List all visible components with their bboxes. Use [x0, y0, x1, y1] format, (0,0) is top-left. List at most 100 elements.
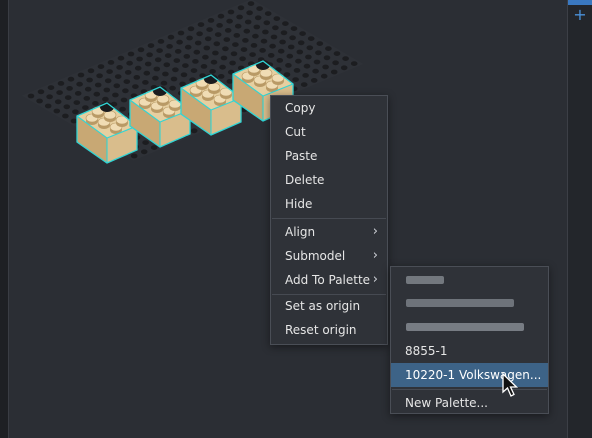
chevron-right-icon: ›	[372, 272, 378, 287]
plate-stud	[267, 53, 275, 58]
plate-stud	[133, 75, 141, 80]
plate-stud	[137, 47, 145, 53]
plate-stud	[154, 57, 162, 63]
plate-stud	[260, 38, 268, 44]
plate-stud	[87, 68, 95, 74]
plate-stud	[310, 78, 318, 83]
plate-stud	[93, 91, 101, 97]
menu-item-copy[interactable]: Copy	[271, 96, 387, 120]
plate-stud	[247, 1, 255, 6]
plate-stud	[333, 51, 341, 56]
plate-stud	[120, 97, 128, 103]
plate-stud	[273, 16, 281, 21]
plate-stud	[224, 28, 232, 33]
menu-item-set-as-origin[interactable]: Set as origin	[271, 294, 387, 318]
plate-stud	[350, 61, 358, 66]
plate-stud	[134, 65, 142, 71]
plate-stud	[192, 59, 199, 64]
plate-stud	[186, 35, 193, 41]
plate-stud	[226, 79, 234, 84]
plate-stud	[340, 65, 348, 71]
chevron-right-icon: ›	[372, 248, 378, 263]
plate-stud	[150, 145, 158, 151]
plate-stud	[279, 39, 286, 45]
plate-stud	[162, 71, 169, 77]
menu-item-align[interactable]: Align ›	[271, 220, 387, 244]
plate-stud	[130, 153, 138, 159]
palette-item-new-palette[interactable]: New Palette...	[391, 391, 548, 415]
right-toolbar: +	[567, 0, 592, 438]
plate-stud	[220, 55, 228, 61]
menu-item-label: Set as origin	[285, 299, 361, 313]
plate-stud	[67, 76, 75, 82]
plate-stud	[307, 36, 315, 41]
plate-stud	[250, 43, 258, 48]
add-icon[interactable]: +	[573, 7, 587, 23]
plate-stud	[227, 9, 235, 15]
plate-stud	[119, 106, 126, 112]
menu-item-label: Add To Palette	[285, 273, 371, 287]
plate-stud	[169, 85, 176, 91]
menu-item-paste[interactable]: Paste	[271, 144, 387, 168]
plate-stud	[172, 67, 179, 73]
plate-stud	[114, 74, 122, 79]
plate-stud	[62, 113, 69, 119]
plate-stud	[70, 118, 78, 124]
plate-stud	[282, 21, 289, 26]
plate-stud	[27, 93, 35, 99]
plate-stud	[144, 61, 152, 67]
plate-stud	[176, 39, 183, 45]
menu-item-add-to-palette[interactable]: Add To Palette ›	[271, 268, 387, 292]
palette-item-redacted[interactable]	[391, 267, 548, 291]
plate-stud	[233, 33, 241, 38]
plate-stud	[117, 55, 125, 61]
palette-item-10220-1[interactable]: 10220-1 Volkswagen...	[391, 363, 548, 387]
plate-stud	[46, 94, 53, 100]
plate-stud	[226, 18, 233, 24]
palette-item-redacted[interactable]	[391, 315, 548, 339]
plate-stud	[124, 70, 132, 75]
plate-stud	[190, 68, 198, 73]
menu-item-delete[interactable]: Delete	[271, 168, 387, 192]
plate-stud	[237, 5, 245, 11]
plate-stud	[232, 42, 239, 47]
plate-stud	[272, 25, 279, 31]
plate-stud	[302, 73, 309, 78]
plate-stud	[229, 60, 236, 66]
plate-stud	[96, 73, 103, 79]
plate-stud	[36, 98, 43, 104]
plate-stud	[102, 96, 109, 102]
plate-stud	[236, 14, 243, 20]
plate-stud	[209, 69, 216, 74]
plate-stud	[146, 52, 153, 58]
plate-stud	[222, 46, 229, 52]
menu-item-submodel[interactable]: Submodel ›	[271, 244, 387, 268]
plate-stud	[152, 75, 159, 81]
menu-item-label: Submodel	[285, 249, 346, 263]
plate-stud	[126, 60, 133, 66]
plate-stud	[285, 63, 292, 68]
plate-stud	[217, 74, 225, 79]
plate-stud	[113, 83, 121, 89]
plate-stud	[156, 48, 163, 53]
plate-stud	[66, 86, 73, 91]
plate-stud	[143, 70, 151, 76]
plate-stud	[315, 50, 322, 56]
plate-stud	[277, 48, 285, 54]
plate-stud	[325, 46, 332, 51]
palette-item-8855-1[interactable]: 8855-1	[391, 339, 548, 363]
plate-stud	[74, 91, 82, 96]
menu-item-cut[interactable]: Cut	[271, 120, 387, 144]
plate-stud	[147, 43, 155, 48]
menu-item-label: Align	[285, 225, 316, 239]
mouse-pointer-icon	[502, 373, 519, 397]
menu-item-reset-origin[interactable]: Reset origin	[271, 318, 387, 342]
palette-item-redacted[interactable]	[391, 291, 548, 315]
plate-stud	[83, 96, 91, 101]
plate-stud	[287, 44, 295, 50]
plate-stud	[73, 100, 81, 105]
plate-stud	[342, 56, 349, 61]
menu-item-hide[interactable]: Hide	[271, 192, 387, 216]
plate-stud	[122, 88, 129, 94]
plate-stud	[174, 49, 182, 54]
